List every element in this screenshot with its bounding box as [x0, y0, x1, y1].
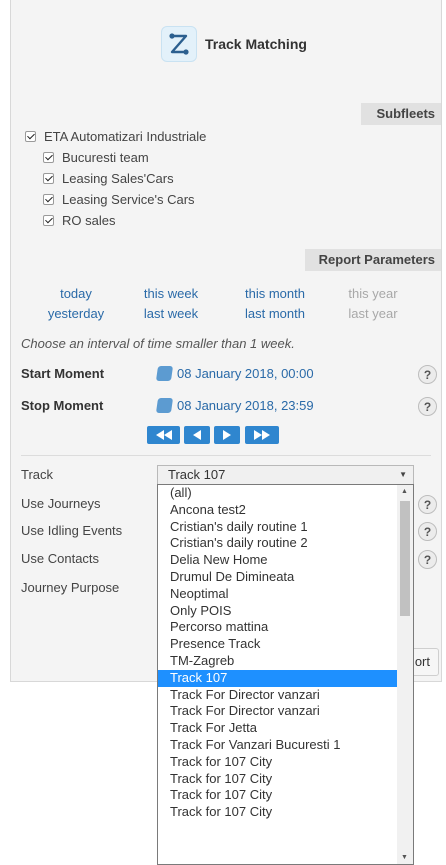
dropdown-option[interactable]: Track for 107 City — [158, 754, 398, 771]
dropdown-option[interactable]: Presence Track — [158, 636, 398, 653]
dropdown-scrollbar[interactable]: ▲ ▼ — [397, 485, 413, 864]
period-last-month-link[interactable]: last month — [230, 306, 320, 321]
dropdown-option[interactable]: Track For Director vanzari — [158, 703, 398, 720]
calendar-icon — [155, 366, 174, 381]
chevron-down-icon: ▼ — [399, 470, 407, 479]
period-today-link[interactable]: today — [31, 286, 121, 301]
dropdown-option[interactable]: Track for 107 City — [158, 804, 398, 821]
checkbox-checked-icon[interactable] — [25, 130, 36, 142]
track-dropdown-list[interactable]: (all) Ancona test2 Cristian's daily routin… — [157, 484, 414, 865]
period-last-year-link: last year — [348, 306, 398, 321]
subfleet-checkbox[interactable]: Leasing Service's Cars — [43, 189, 195, 209]
right-arrow-icon — [223, 430, 231, 440]
double-left-arrow-icon — [155, 430, 172, 440]
use-idling-help-icon[interactable]: ? — [418, 522, 437, 541]
checkbox-checked-icon[interactable] — [43, 151, 54, 163]
period-this-month-link[interactable]: this month — [230, 286, 320, 301]
period-this-week-link[interactable]: this week — [126, 286, 216, 301]
panel-title: Track Matching — [161, 24, 307, 64]
use-contacts-label: Use Contacts — [21, 551, 100, 566]
rewind-double-button[interactable] — [147, 426, 180, 444]
period-last-week-link[interactable]: last week — [126, 306, 216, 321]
use-contacts-help-icon[interactable]: ? — [418, 550, 437, 569]
double-right-arrow-icon — [254, 430, 270, 440]
scroll-up-icon[interactable]: ▲ — [401, 488, 408, 495]
dropdown-option[interactable]: Neoptimal — [158, 586, 398, 603]
subfleet-checkbox[interactable]: Leasing Sales'Cars — [43, 168, 174, 188]
interval-hint: Choose an interval of time smaller than … — [21, 336, 295, 351]
stop-moment-label: Stop Moment — [21, 398, 104, 413]
track-select[interactable]: Track 107 ▼ — [157, 465, 414, 485]
dropdown-option[interactable]: Track For Jetta — [158, 720, 398, 737]
dropdown-option[interactable]: Track for 107 City — [158, 771, 398, 788]
dropdown-option[interactable]: Percorso mattina — [158, 619, 398, 636]
dropdown-option[interactable]: Track For Vanzari Bucuresti 1 — [158, 737, 398, 754]
checkbox-checked-icon[interactable] — [43, 193, 54, 205]
dropdown-option[interactable]: TM-Zagreb — [158, 653, 398, 670]
dropdown-option[interactable]: Ancona test2 — [158, 502, 398, 519]
period-yesterday-link[interactable]: yesterday — [31, 306, 121, 321]
dropdown-option[interactable]: Drumul De Dimineata — [158, 569, 398, 586]
dropdown-option[interactable]: Track 107 — [158, 669, 398, 687]
checkbox-checked-icon[interactable] — [43, 172, 54, 184]
dropdown-option[interactable]: Track for 107 City — [158, 787, 398, 804]
stop-moment-value[interactable]: 08 January 2018, 23:59 — [155, 398, 314, 413]
divider — [21, 455, 431, 456]
scroll-down-icon[interactable]: ▼ — [401, 854, 408, 861]
dropdown-option[interactable]: Track For Director vanzari — [158, 687, 398, 704]
start-moment-value[interactable]: 08 January 2018, 00:00 — [155, 366, 314, 381]
scrollbar-thumb[interactable] — [400, 501, 410, 616]
dropdown-option[interactable]: Delia New Home — [158, 552, 398, 569]
journey-purpose-label: Journey Purpose — [21, 580, 120, 595]
period-this-year-link: this year — [348, 286, 398, 301]
track-label: Track — [21, 467, 54, 482]
checkbox-checked-icon[interactable] — [43, 214, 54, 226]
use-idling-events-label: Use Idling Events — [21, 523, 123, 538]
track-matching-icon — [161, 26, 197, 62]
forward-double-button[interactable] — [245, 426, 279, 444]
forward-button[interactable] — [214, 426, 240, 444]
subfleets-header: Subfleets — [361, 103, 441, 125]
left-arrow-icon — [193, 430, 201, 440]
dropdown-option[interactable]: Only POIS — [158, 603, 398, 620]
dropdown-option[interactable]: (all) — [158, 485, 398, 502]
dropdown-option[interactable]: Cristian's daily routine 1 — [158, 519, 398, 536]
rewind-button[interactable] — [184, 426, 210, 444]
start-help-icon[interactable]: ? — [418, 365, 437, 384]
subfleet-checkbox[interactable]: Bucuresti team — [43, 147, 149, 167]
start-moment-label: Start Moment — [21, 366, 105, 381]
use-journeys-help-icon[interactable]: ? — [418, 495, 437, 514]
page-title: Track Matching — [205, 36, 307, 52]
use-journeys-label: Use Journeys — [21, 496, 101, 511]
report-parameters-header: Report Parameters — [305, 249, 441, 271]
calendar-icon — [155, 398, 174, 413]
subfleet-checkbox[interactable]: RO sales — [43, 210, 115, 230]
dropdown-option[interactable]: Cristian's daily routine 2 — [158, 535, 398, 552]
subfleet-root-checkbox[interactable]: ETA Automatizari Industriale — [25, 126, 206, 146]
stop-help-icon[interactable]: ? — [418, 397, 437, 416]
